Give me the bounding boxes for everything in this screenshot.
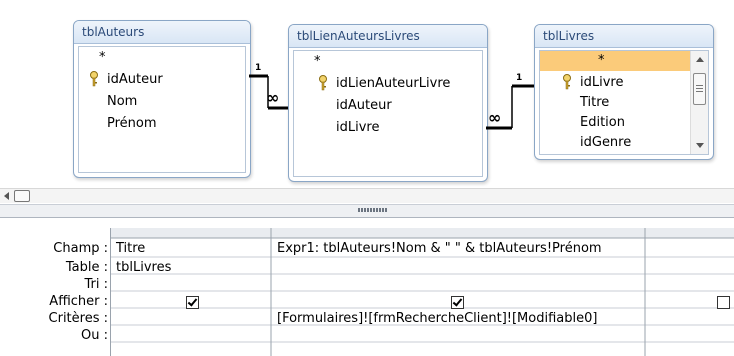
pane-splitter[interactable] — [0, 204, 734, 218]
query-design-grid: Champ : Table : Tri : Afficher : Critère… — [0, 228, 734, 356]
scroll-left-arrow-icon[interactable] — [4, 192, 9, 200]
diagram-horizontal-scrollbar[interactable] — [0, 188, 734, 203]
splitter-grip-icon[interactable] — [358, 208, 388, 212]
relationship-lines: 1 ∞ 1 ∞ — [249, 63, 534, 130]
relation-one-label: 1 — [255, 63, 261, 73]
relation-many-label: ∞ — [266, 88, 279, 107]
afficher-checkbox-col3[interactable] — [717, 296, 730, 309]
query-diagram-pane: tblAuteurs * idAuteur Nom Prénom tblLien… — [0, 0, 734, 188]
row-label-ou: Ou : — [81, 328, 108, 339]
row-label-criteres: Critères : — [48, 311, 108, 326]
scroll-thumb[interactable] — [14, 190, 30, 202]
cell-table-col1[interactable]: tblLivres — [112, 259, 171, 276]
cell-champ-col2[interactable]: Expr1: tblAuteurs!Nom & " " & tblAuteurs… — [273, 240, 602, 257]
row-label-champ: Champ : — [53, 241, 108, 256]
cell-champ-col1[interactable]: Titre — [112, 240, 145, 257]
afficher-checkbox-col1[interactable] — [186, 296, 199, 309]
row-label-table: Table : — [65, 260, 108, 275]
row-label-tri: Tri : — [84, 277, 109, 292]
afficher-checkbox-col2[interactable] — [451, 296, 464, 309]
cell-criteres-col2[interactable]: [Formulaires]![frmRechercheClient]![Modi… — [273, 310, 597, 327]
relation-many-label: ∞ — [488, 108, 501, 127]
relation-one-label: 1 — [516, 73, 522, 83]
row-label-afficher: Afficher : — [49, 294, 108, 309]
